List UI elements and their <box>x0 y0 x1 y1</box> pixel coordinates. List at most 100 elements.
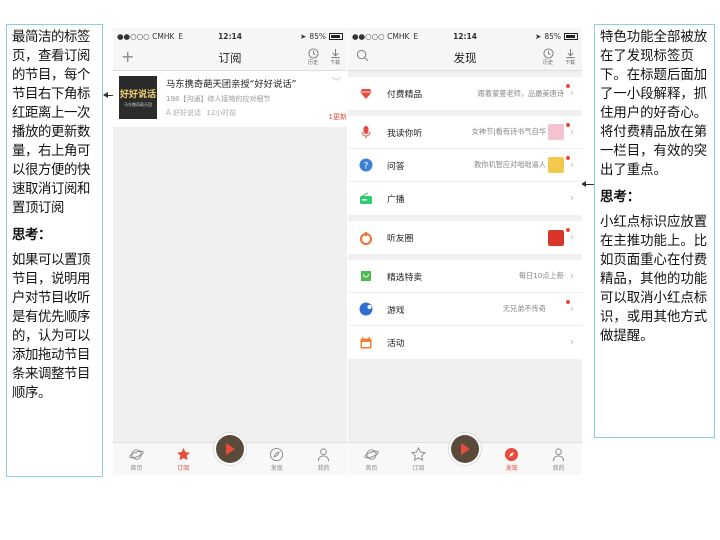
history-label: 历史 <box>542 60 553 66</box>
program-title: 马东携奇葩天团亲授“好好说话” <box>166 79 297 90</box>
tab-discover-label: 发现 <box>270 465 283 472</box>
program-meta: Å 好好说话 12小时前 <box>166 108 341 118</box>
download-button[interactable]: 下载 <box>562 48 578 66</box>
chevron-right-icon: › <box>570 193 574 204</box>
status-bar: ●●○○○ CMHK E 12:14 ➤ 85% <box>113 28 347 45</box>
radio-icon <box>358 191 374 207</box>
search-icon[interactable] <box>356 49 369 65</box>
left-annotation-text: 最简洁的标签页，查看订阅的节目，每个节目右下角标红距离上一次播放的更新数量，右上… <box>12 30 90 216</box>
thumbnail-image <box>548 124 564 140</box>
tab-subscribe-label: 订阅 <box>412 465 425 472</box>
right-annotation: 特色功能全部被放在了发现标签页下。在标题后面加了一小段解释，抓住用户的好奇心。将… <box>594 24 715 438</box>
discover-row[interactable]: 我读你听 女神节|看有诗书气自华 › <box>348 116 582 149</box>
play-button[interactable] <box>447 432 482 466</box>
compass-icon <box>270 447 284 462</box>
right-annotation-text: 特色功能全部被放在了发现标签页下。在标题后面加了一小段解释，抓住用户的好奇心。将… <box>600 30 708 178</box>
planet-icon <box>364 449 379 460</box>
subscribe-screen: ●●○○○ CMHK E 12:14 ➤ 85% + 订阅 历史 下载 好好说话… <box>113 28 347 475</box>
discover-row-label: 游戏 <box>387 305 405 316</box>
history-button[interactable]: 历史 <box>305 48 321 66</box>
discover-group: 精选特卖 每日10点上新 › 游戏 无兄弟不传奇 › 活动 › <box>348 260 582 359</box>
tab-bar: 首页 订阅 发现 我的 <box>113 432 347 475</box>
discover-list: 付费精品 跟着蒙曼老师，品最美唐诗 › 我读你听 女神节|看有诗书气自华 ›? 问答 教你机智… <box>348 77 582 359</box>
download-label: 下载 <box>329 60 340 66</box>
question-icon: ? <box>358 157 374 173</box>
bag-icon <box>358 268 374 284</box>
tab-me-label: 我的 <box>552 465 565 472</box>
discover-row[interactable]: 听友圈 › <box>348 221 582 254</box>
discover-row-label: 广播 <box>387 195 405 205</box>
discover-row-label: 听友圈 <box>387 234 414 244</box>
tab-subscribe[interactable]: 订阅 <box>395 443 442 475</box>
history-button[interactable]: 历史 <box>540 48 556 66</box>
person-icon <box>552 448 565 462</box>
red-dot-badge <box>566 123 570 127</box>
history-label: 历史 <box>307 60 318 66</box>
play-icon <box>461 443 471 455</box>
subscription-item[interactable]: 好好说话 马东携奇葩天团 马东携奇葩天团亲授“好好说话” 198【沟通】待人接物… <box>113 71 347 127</box>
tab-discover-label: 发现 <box>505 465 518 472</box>
star-icon <box>176 447 190 461</box>
discover-row-desc: 每日10点上新 <box>518 271 564 280</box>
tab-me-label: 我的 <box>317 465 330 472</box>
status-bar: ●●○○○ CMHK E 12:14 ➤ 85% <box>348 28 582 45</box>
download-button[interactable]: 下载 <box>327 48 343 66</box>
discover-row[interactable]: 游戏 无兄弟不传奇 › <box>348 293 582 326</box>
tab-subscribe[interactable]: 订阅 <box>160 443 207 475</box>
discover-row-label: 问答 <box>387 161 405 172</box>
discover-row-label: 付费精品 <box>387 90 423 100</box>
battery-icon <box>564 33 578 40</box>
discover-row[interactable]: 活动 › <box>348 326 582 359</box>
download-icon <box>565 48 575 59</box>
discover-group: 付费精品 跟着蒙曼老师，品最美唐诗 › <box>348 77 582 110</box>
tab-home[interactable]: 首页 <box>348 443 395 475</box>
discover-group: 我读你听 女神节|看有诗书气自华 ›? 问答 教你机智应对咄咄逼人 › 广播 › <box>348 116 582 215</box>
discover-row[interactable]: ? 问答 教你机智应对咄咄逼人 › <box>348 149 582 182</box>
red-dot-badge <box>566 156 570 160</box>
discover-row-label: 活动 <box>387 339 405 349</box>
discover-row[interactable]: 付费精品 跟着蒙曼老师，品最美唐诗 › <box>348 77 582 110</box>
clock: 12:14 <box>218 32 242 41</box>
discover-row[interactable]: 广播 › <box>348 182 582 215</box>
tab-bar: 首页 订阅 发现 我的 <box>348 432 582 475</box>
chevron-right-icon: › <box>570 270 574 282</box>
chevron-right-icon: › <box>570 303 574 315</box>
chevron-right-icon: › <box>570 126 574 138</box>
add-icon[interactable]: + <box>121 49 134 65</box>
chevron-right-icon: › <box>570 159 574 171</box>
discover-row-label: 我读你听 <box>387 128 423 139</box>
planet-icon <box>129 449 144 460</box>
play-icon <box>226 443 236 455</box>
page-title: 订阅 <box>218 50 242 65</box>
left-annotation-thinking: 如果可以置顶节目，说明用户对节目收听是有优先顺序的，认为可以添加拖动节目条来调整… <box>12 253 90 401</box>
user-icon: Å <box>166 109 171 117</box>
tab-home-label: 首页 <box>130 465 143 472</box>
tab-home[interactable]: 首页 <box>113 443 160 475</box>
program-cover: 好好说话 马东携奇葩天团 <box>119 76 157 119</box>
left-annotation: 最简洁的标签页，查看订阅的节目，每个节目右下角标红距离上一次播放的更新数量，右上… <box>6 24 103 477</box>
right-annotation-thinking: 小红点标识应放置在主推功能上。比如页面重心在付费精品，其他的功能可以取消小红点标… <box>600 215 708 344</box>
tab-discover[interactable]: 发现 <box>488 443 535 475</box>
chevron-right-icon: › <box>570 232 574 243</box>
chevron-down-icon[interactable]: ﹀ <box>332 75 341 88</box>
discover-row-label: 精选特卖 <box>387 272 423 283</box>
tab-player[interactable] <box>207 432 254 475</box>
red-dot-badge <box>566 228 570 232</box>
svg-text:?: ? <box>364 162 369 172</box>
chevron-right-icon: › <box>570 88 574 99</box>
circle-icon <box>358 230 374 246</box>
discover-group: 听友圈 › <box>348 221 582 254</box>
discover-row-desc: 女神节|看有诗书气自华 <box>471 127 546 136</box>
thumbnail-image <box>548 157 564 173</box>
discover-row[interactable]: 精选特卖 每日10点上新 › <box>348 260 582 293</box>
person-icon <box>317 448 330 462</box>
tab-subscribe-label: 订阅 <box>177 465 190 472</box>
thumbnail-image <box>548 229 564 246</box>
tab-player[interactable] <box>442 432 489 475</box>
tab-me[interactable]: 我的 <box>535 443 582 475</box>
tab-me[interactable]: 我的 <box>300 443 347 475</box>
play-button[interactable] <box>212 432 247 466</box>
red-dot-badge <box>566 84 570 88</box>
tab-home-label: 首页 <box>365 465 378 472</box>
tab-discover[interactable]: 发现 <box>253 443 300 475</box>
